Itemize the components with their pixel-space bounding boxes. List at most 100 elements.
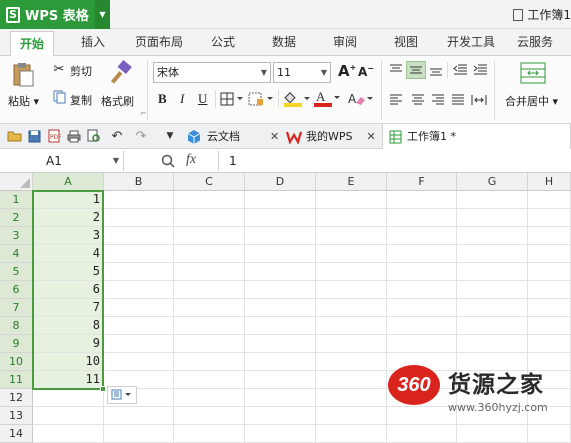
row-header-8[interactable]: 8 — [0, 317, 33, 335]
row-header-3[interactable]: 3 — [0, 227, 33, 245]
cell-f6[interactable] — [387, 281, 457, 299]
cell-g7[interactable] — [457, 299, 528, 317]
print-icon[interactable] — [66, 129, 82, 143]
clear-format-icon[interactable]: A — [346, 91, 374, 107]
cell-d2[interactable] — [245, 209, 316, 227]
name-box[interactable]: A1 ▼ — [0, 151, 124, 171]
cell-d1[interactable] — [245, 191, 316, 209]
column-header-d[interactable]: D — [245, 173, 316, 191]
cell-a13[interactable] — [33, 407, 104, 425]
tab-page-layout[interactable]: 页面布局 — [135, 29, 183, 56]
cell-a11[interactable]: 11 — [33, 371, 104, 389]
row-header-11[interactable]: 11 — [0, 371, 33, 389]
align-center-icon[interactable] — [410, 93, 426, 107]
cell-d9[interactable] — [245, 335, 316, 353]
app-menu-dropdown-icon[interactable]: ▼ — [95, 0, 110, 29]
bold-button[interactable]: B — [158, 91, 167, 107]
cell-d8[interactable] — [245, 317, 316, 335]
column-header-a[interactable]: A — [33, 173, 104, 191]
cell-g6[interactable] — [457, 281, 528, 299]
cell-e10[interactable] — [316, 353, 387, 371]
cell-a5[interactable]: 5 — [33, 263, 104, 281]
column-header-g[interactable]: G — [457, 173, 528, 191]
column-header-b[interactable]: B — [104, 173, 174, 191]
paste-button[interactable]: 粘贴 ▾ — [8, 93, 39, 109]
cell-h14[interactable] — [528, 425, 571, 443]
increase-font-icon[interactable]: A+ — [338, 62, 356, 80]
cell-d7[interactable] — [245, 299, 316, 317]
italic-button[interactable]: I — [180, 91, 184, 107]
cell-h7[interactable] — [528, 299, 571, 317]
paste-icon[interactable] — [10, 61, 36, 87]
row-header-10[interactable]: 10 — [0, 353, 33, 371]
tab-my-wps[interactable]: 我的WPS ✕ — [286, 124, 376, 149]
row-header-7[interactable]: 7 — [0, 299, 33, 317]
cell-b5[interactable] — [104, 263, 174, 281]
cell-e3[interactable] — [316, 227, 387, 245]
cell-b10[interactable] — [104, 353, 174, 371]
row-header-14[interactable]: 14 — [0, 425, 33, 443]
select-all-corner[interactable] — [0, 173, 33, 191]
cell-e13[interactable] — [316, 407, 387, 425]
align-middle-icon[interactable] — [406, 61, 426, 79]
cell-f14[interactable] — [387, 425, 457, 443]
font-color-icon[interactable]: A — [313, 90, 341, 107]
cell-c6[interactable] — [174, 281, 245, 299]
tab-formulas[interactable]: 公式 — [211, 29, 235, 56]
tab-home[interactable]: 开始 — [10, 31, 55, 57]
redo-icon[interactable]: ↷ — [134, 128, 148, 144]
cell-d10[interactable] — [245, 353, 316, 371]
undo-icon[interactable]: ↶ — [110, 128, 124, 144]
format-painter-icon[interactable] — [108, 60, 134, 86]
cell-a7[interactable]: 7 — [33, 299, 104, 317]
cell-g5[interactable] — [457, 263, 528, 281]
cell-b14[interactable] — [104, 425, 174, 443]
decrease-font-icon[interactable]: A− — [358, 64, 374, 79]
underline-button[interactable]: U — [198, 91, 207, 107]
scissors-icon[interactable]: ✂ — [52, 62, 66, 77]
cell-g8[interactable] — [457, 317, 528, 335]
cell-e2[interactable] — [316, 209, 387, 227]
cell-c10[interactable] — [174, 353, 245, 371]
tab-cloud-service[interactable]: 云服务 — [517, 29, 553, 56]
distributed-align-icon[interactable] — [470, 93, 488, 107]
cell-b13[interactable] — [104, 407, 174, 425]
cell-e7[interactable] — [316, 299, 387, 317]
cell-a4[interactable]: 4 — [33, 245, 104, 263]
column-header-f[interactable]: F — [387, 173, 457, 191]
close-icon[interactable]: ✕ — [367, 124, 376, 149]
cell-f7[interactable] — [387, 299, 457, 317]
merge-center-icon[interactable] — [520, 60, 546, 86]
cell-b1[interactable] — [104, 191, 174, 209]
tab-view[interactable]: 视图 — [394, 29, 418, 56]
fill-handle[interactable] — [100, 386, 106, 392]
insert-function-button[interactable]: fx — [186, 152, 196, 168]
decrease-indent-icon[interactable] — [452, 63, 468, 77]
cell-a14[interactable] — [33, 425, 104, 443]
cell-c13[interactable] — [174, 407, 245, 425]
search-function-icon[interactable] — [160, 153, 176, 169]
cell-d4[interactable] — [245, 245, 316, 263]
cell-h6[interactable] — [528, 281, 571, 299]
save-icon[interactable] — [26, 129, 42, 143]
copy-icon[interactable] — [52, 90, 66, 104]
cell-h5[interactable] — [528, 263, 571, 281]
cell-f9[interactable] — [387, 335, 457, 353]
cell-c8[interactable] — [174, 317, 245, 335]
font-name-select[interactable]: 宋体 ▼ — [153, 62, 271, 83]
cell-b3[interactable] — [104, 227, 174, 245]
cell-h2[interactable] — [528, 209, 571, 227]
cut-button[interactable]: 剪切 — [70, 63, 92, 79]
close-icon[interactable]: ✕ — [270, 124, 279, 149]
row-header-9[interactable]: 9 — [0, 335, 33, 353]
formula-input[interactable]: 1 — [218, 151, 571, 171]
cell-e11[interactable] — [316, 371, 387, 389]
cell-c9[interactable] — [174, 335, 245, 353]
tab-cloud-docs[interactable]: 云文档 ✕ — [186, 124, 279, 149]
font-size-select[interactable]: 11 ▼ — [273, 62, 331, 83]
cell-f1[interactable] — [387, 191, 457, 209]
tab-developer[interactable]: 开发工具 — [447, 29, 495, 56]
row-header-5[interactable]: 5 — [0, 263, 33, 281]
row-header-1[interactable]: 1 — [0, 191, 33, 209]
cell-c12[interactable] — [174, 389, 245, 407]
